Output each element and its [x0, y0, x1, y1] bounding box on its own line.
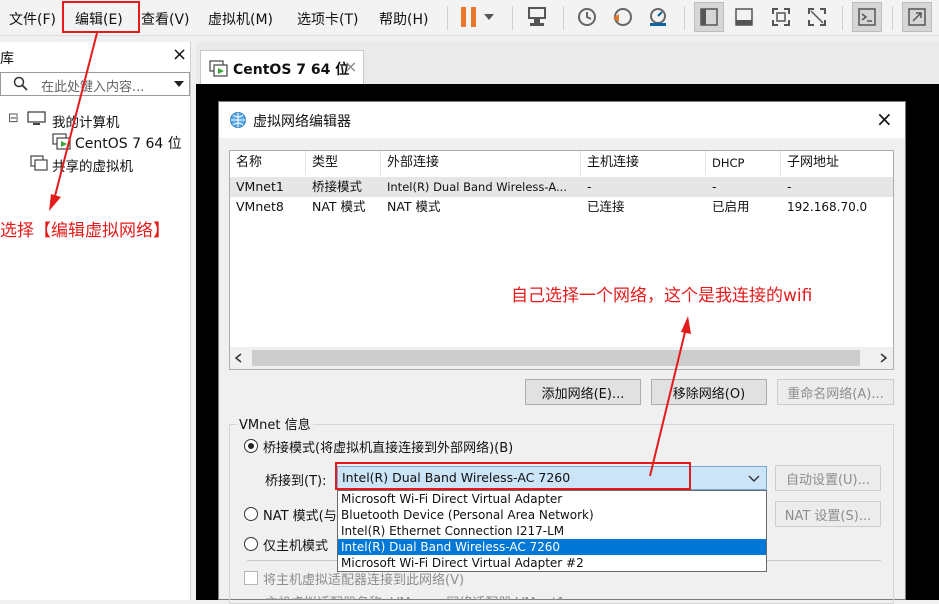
vmnet-info-legend: VMnet 信息: [237, 414, 313, 433]
dropdown-option[interactable]: Intel(R) Ethernet Connection I217-LM: [338, 523, 766, 539]
toolbar-separator: [684, 6, 685, 30]
col-subnet[interactable]: 子网地址: [781, 151, 893, 175]
cell-subnet: 192.168.70.0: [787, 200, 868, 214]
cell-host: -: [587, 179, 592, 194]
bridge-mode-radio[interactable]: [244, 439, 258, 453]
network-globe-icon: [230, 112, 246, 128]
host-only-radio[interactable]: [244, 537, 258, 551]
network-list[interactable]: 名称 类型 外部连接 主机连接 DHCP 子网地址 VMnet1 桥接模式 In…: [229, 150, 894, 370]
annotation-edit-note: 选择【编辑虚拟网络】: [0, 221, 170, 241]
tab-centos[interactable]: CentOS 7 64 位 ×: [200, 50, 364, 84]
add-network-button[interactable]: 添加网络(E)...: [525, 379, 641, 405]
rename-network-button[interactable]: 重命名网络(A)...: [777, 379, 894, 405]
cell-external: NAT 模式: [387, 199, 441, 214]
revert-snapshot-icon[interactable]: [608, 3, 636, 31]
unity-icon[interactable]: [803, 3, 831, 31]
toolbar-separator: [512, 6, 513, 30]
vm-tab-icon: [209, 60, 228, 77]
dropdown-arrow-icon[interactable]: [480, 3, 498, 31]
horizontal-scrollbar[interactable]: [230, 347, 893, 369]
adapter-name-label: 主机虚拟适配器名称: VMware 网络适配器 VMnet1: [265, 592, 565, 600]
cell-dhcp: 已启用: [712, 199, 750, 214]
virtual-network-editor-dialog: 虚拟网络编辑器 × 名称 类型 外部连接 主机连接 DHCP 子网地址 VMne…: [218, 101, 906, 604]
cell-type: 桥接模式: [312, 179, 363, 194]
dropdown-option[interactable]: Microsoft Wi-Fi Direct Virtual Adapter: [338, 491, 766, 507]
table-row[interactable]: VMnet8 NAT 模式 NAT 模式 已连接 已启用 192.168.70.…: [230, 197, 893, 217]
cell-name: VMnet8: [236, 199, 284, 214]
col-name[interactable]: 名称: [230, 151, 306, 175]
console-icon[interactable]: [852, 2, 882, 32]
cell-name: VMnet1: [236, 179, 284, 194]
dropdown-option-selected[interactable]: Intel(R) Dual Band Wireless-AC 7260: [338, 539, 766, 555]
menu-vm[interactable]: 虚拟机(M): [208, 9, 273, 29]
show-library-icon[interactable]: [694, 2, 724, 32]
nat-mode-label[interactable]: NAT 模式(与: [263, 505, 337, 524]
thumbnail-bar-icon[interactable]: [730, 3, 758, 31]
col-type[interactable]: 类型: [306, 151, 381, 175]
dropdown-option[interactable]: Bluetooth Device (Personal Area Network): [338, 507, 766, 523]
col-external[interactable]: 外部连接: [381, 151, 581, 175]
menu-help[interactable]: 帮助(H): [379, 9, 428, 29]
dialog-title-bar: 虚拟网络编辑器 ×: [219, 102, 905, 138]
toolbar-separator: [563, 6, 564, 30]
auto-settings-button[interactable]: 自动设置(U)...: [775, 465, 881, 491]
annotation-arrow-wifi: [649, 316, 691, 477]
tab-close-button[interactable]: ×: [344, 57, 357, 76]
connect-adapter-checkbox[interactable]: [244, 571, 258, 585]
snapshot-manager-icon[interactable]: [644, 3, 672, 31]
cell-subnet: -: [787, 179, 792, 194]
dropdown-option[interactable]: Microsoft Wi-Fi Direct Virtual Adapter #…: [338, 555, 766, 571]
annotation-arrow-edit: [49, 32, 98, 211]
col-host[interactable]: 主机连接: [581, 151, 706, 175]
nat-settings-button[interactable]: NAT 设置(S)...: [775, 501, 881, 527]
send-ctrl-alt-del-icon[interactable]: [523, 3, 551, 31]
tab-label: CentOS 7 64 位: [233, 62, 350, 78]
toolbar-separator: [892, 6, 893, 30]
toolbar-separator: [842, 6, 843, 30]
dialog-close-button[interactable]: ×: [876, 107, 893, 131]
cell-external: Intel(R) Dual Band Wireless-A...: [387, 180, 567, 194]
cell-dhcp: -: [712, 179, 717, 194]
col-dhcp[interactable]: DHCP: [706, 151, 781, 175]
dialog-title: 虚拟网络编辑器: [253, 114, 351, 130]
fullscreen-icon[interactable]: [767, 3, 795, 31]
stretch-icon[interactable]: [902, 2, 932, 32]
nat-mode-radio[interactable]: [244, 507, 258, 521]
scroll-thumb[interactable]: [252, 350, 860, 366]
host-only-label[interactable]: 仅主机模式: [263, 535, 328, 554]
snapshot-icon[interactable]: [573, 3, 601, 31]
scroll-right-icon[interactable]: [878, 353, 888, 363]
bridge-mode-label[interactable]: 桥接模式(将虚拟机直接连接到外部网络)(B): [263, 437, 513, 456]
cell-type: NAT 模式: [312, 199, 366, 214]
chevron-down-icon[interactable]: [748, 475, 760, 483]
menu-tabs[interactable]: 选项卡(T): [297, 9, 358, 29]
table-row[interactable]: VMnet1 桥接模式 Intel(R) Dual Band Wireless-…: [230, 177, 893, 197]
cell-host: 已连接: [587, 199, 625, 214]
scroll-left-icon[interactable]: [234, 353, 244, 363]
toolbar-separator: [447, 6, 448, 30]
pause-icon[interactable]: [455, 3, 483, 31]
bridge-to-label: 桥接到(T):: [265, 474, 327, 489]
bridge-dropdown-list[interactable]: Microsoft Wi-Fi Direct Virtual Adapter B…: [337, 490, 767, 572]
